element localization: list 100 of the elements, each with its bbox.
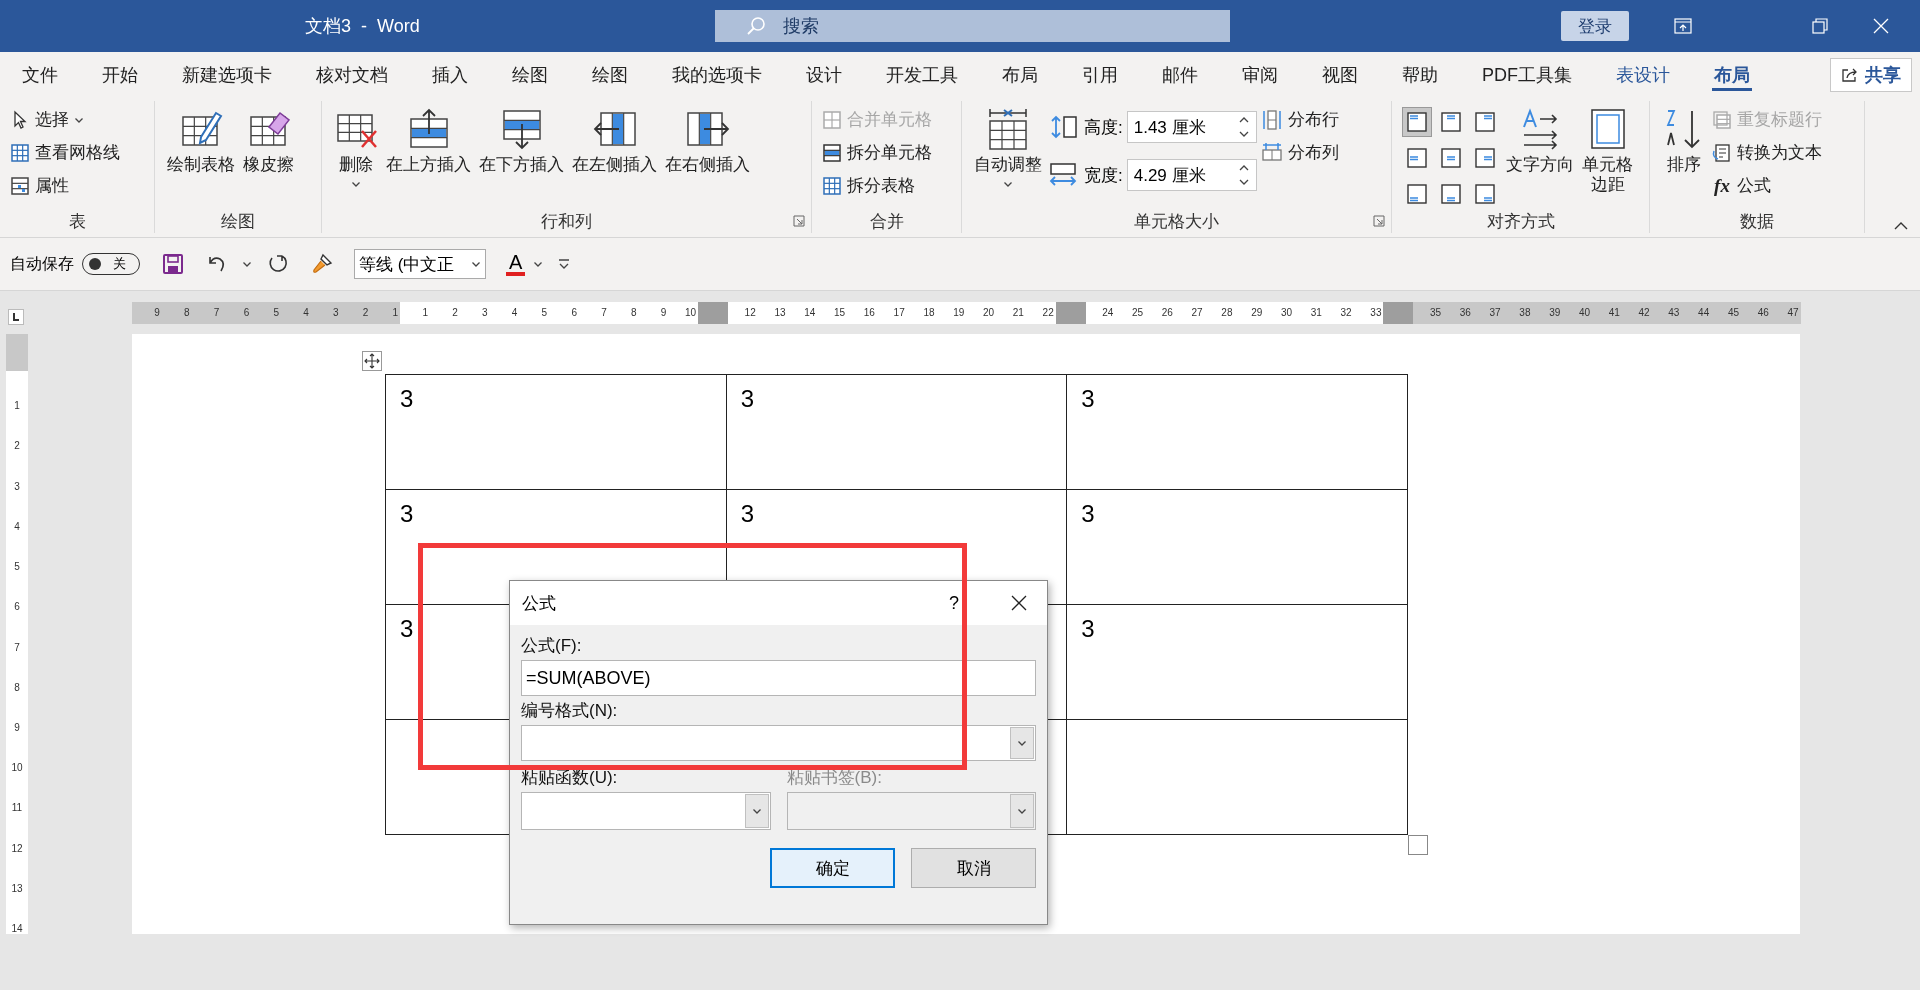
ruler-number: 45 <box>1726 306 1741 320</box>
ruler-margin-area <box>6 334 28 371</box>
ribbon-tab[interactable]: 开发工具 <box>864 52 980 97</box>
ribbon-tab[interactable]: 核对文档 <box>294 52 410 97</box>
ribbon-button[interactable]: 分布列 <box>1260 138 1339 167</box>
search-field[interactable]: 搜索 <box>781 14 985 38</box>
ribbon-button[interactable]: 转换为文本 <box>1712 138 1822 167</box>
search-bar[interactable]: 搜索 <box>715 10 1230 42</box>
ruler-number: 6 <box>242 306 251 320</box>
ribbon-button[interactable]: 在左侧插入 <box>570 103 659 179</box>
ribbon-tab[interactable]: 新建选项卡 <box>160 52 294 97</box>
cell-text: 3 <box>400 500 414 527</box>
cell-text: 3 <box>400 615 414 642</box>
column-marker[interactable] <box>1383 301 1414 324</box>
align-icon <box>1474 111 1496 133</box>
close-icon[interactable] <box>1011 595 1027 611</box>
caret-icon <box>1017 806 1027 816</box>
ruler-number: 47 <box>1786 306 1800 320</box>
ruler-number: 41 <box>1607 306 1621 320</box>
ribbon-button[interactable]: 拆分表格 <box>822 171 932 200</box>
ruler-number: 27 <box>1190 306 1204 320</box>
ribbon-button[interactable]: 删除 <box>332 103 380 193</box>
grid-icon <box>10 142 30 163</box>
font-dropdown[interactable]: 等线 (中文正 <box>354 249 486 279</box>
caret-icon[interactable] <box>533 259 544 269</box>
column-marker[interactable] <box>698 301 728 324</box>
ribbon-tab[interactable]: 审阅 <box>1220 52 1300 97</box>
field-label: 公式(F): <box>521 635 583 657</box>
ruler-number: 20 <box>982 306 996 320</box>
ribbon-button[interactable]: 分布行 <box>1260 105 1339 134</box>
ribbon-button[interactable]: 在右侧插入 <box>663 103 752 179</box>
formula-field[interactable]: =SUM(ABOVE) <box>521 660 1036 696</box>
ribbon-button[interactable]: 自动调整 <box>972 103 1044 193</box>
ribbon-tab[interactable]: 布局 <box>1692 52 1772 97</box>
ruler-number: 2 <box>361 306 370 320</box>
tab-stop-icon[interactable] <box>8 309 24 325</box>
ruler-number: 42 <box>1637 306 1651 320</box>
group-label: 单元格大小 <box>1134 210 1219 233</box>
font-color-button[interactable]: A <box>506 252 526 276</box>
paintbrush-icon[interactable] <box>310 252 334 276</box>
ruler-number: 38 <box>1518 306 1532 320</box>
ribbon-button[interactable]: 查看网格线 <box>10 138 120 167</box>
ribbon-button[interactable]: 在下方插入 <box>477 103 566 179</box>
ruler-number: 12 <box>11 841 23 854</box>
cancel-button[interactable]: 取消 <box>911 848 1036 888</box>
ribbon-button[interactable]: 文字方向 <box>1504 103 1576 179</box>
ribbon-tab[interactable]: PDF工具集 <box>1460 52 1594 97</box>
customize-icon[interactable] <box>557 257 572 271</box>
save-icon[interactable] <box>162 253 184 275</box>
align-icon <box>1440 183 1462 205</box>
ruler-number: 15 <box>833 306 847 320</box>
ruler-number: 43 <box>1667 306 1681 320</box>
ribbon-display-icon[interactable] <box>1674 18 1692 34</box>
ribbon-tab[interactable]: 设计 <box>784 52 864 97</box>
convert-text-icon <box>1712 142 1732 163</box>
ribbon-tab[interactable]: 我的选项卡 <box>650 52 784 97</box>
share-button[interactable]: 共享 <box>1830 57 1912 92</box>
dialog-launcher-icon[interactable] <box>793 215 805 227</box>
spinner-field[interactable]: 1.43 厘米 <box>1126 111 1257 143</box>
sign-in-button[interactable]: 登录 <box>1561 11 1629 41</box>
ribbon-button[interactable]: 属性 <box>10 171 120 200</box>
dialog-title: 公式 <box>522 592 557 615</box>
column-marker[interactable] <box>1055 301 1086 324</box>
align-button[interactable] <box>1402 107 1432 137</box>
ribbon-tab[interactable]: 文件 <box>0 52 80 97</box>
ok-button[interactable]: 确定 <box>770 848 895 888</box>
caret-icon[interactable] <box>242 259 252 269</box>
ribbon-tab[interactable]: 绘图 <box>490 52 570 97</box>
ribbon-tab[interactable]: 帮助 <box>1380 52 1460 97</box>
ruler-number: 14 <box>803 306 817 320</box>
ribbon-button[interactable]: 绘制表格 <box>165 103 237 179</box>
ribbon-button[interactable]: 橡皮擦 <box>241 103 296 179</box>
ribbon-tab[interactable]: 表设计 <box>1594 52 1692 97</box>
ribbon-button[interactable]: 选择 <box>10 105 120 134</box>
group-label: 数据 <box>1740 210 1774 233</box>
search-icon <box>745 15 767 37</box>
ribbon-button[interactable]: 在上方插入 <box>384 103 473 179</box>
table-resize-handle[interactable] <box>1408 835 1428 855</box>
restore-icon[interactable] <box>1812 18 1828 34</box>
ribbon-button[interactable]: 拆分单元格 <box>822 138 932 167</box>
group-label: 行和列 <box>541 210 592 233</box>
table-move-icon[interactable] <box>362 351 382 371</box>
spinner-field[interactable]: 4.29 厘米 <box>1126 159 1257 191</box>
group-label: 表 <box>68 210 86 233</box>
ribbon-tab[interactable]: 布局 <box>980 52 1060 97</box>
ribbon-tab[interactable]: 插入 <box>410 52 490 97</box>
collapse-ribbon-icon[interactable] <box>1894 221 1908 231</box>
ribbon-tab[interactable]: 邮件 <box>1140 52 1220 97</box>
autofit-icon <box>986 107 1030 151</box>
ribbon-tab[interactable]: 引用 <box>1060 52 1140 97</box>
ribbon-button[interactable]: 排序 <box>1660 103 1708 179</box>
dialog-launcher-icon[interactable] <box>1373 215 1385 227</box>
ribbon-tab[interactable]: 绘图 <box>570 52 650 97</box>
field-label: 编号格式(N): <box>521 700 619 722</box>
ribbon-tab[interactable]: 开始 <box>80 52 160 97</box>
ribbon-tab[interactable]: 视图 <box>1300 52 1380 97</box>
ruler-number: 26 <box>1160 306 1174 320</box>
ribbon-button[interactable]: fx 公式 <box>1712 171 1822 200</box>
ribbon-button[interactable]: 单元格 边距 <box>1580 103 1635 199</box>
help-button[interactable]: ? <box>949 592 959 614</box>
